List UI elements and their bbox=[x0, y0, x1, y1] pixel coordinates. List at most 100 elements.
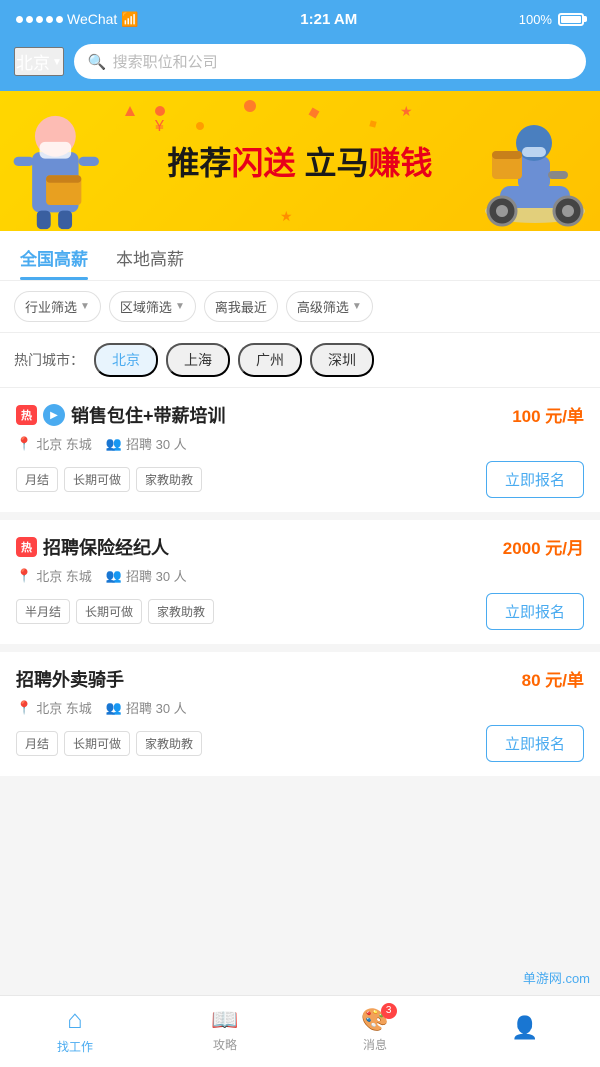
search-bar[interactable]: 🔍 搜索职位和公司 bbox=[74, 44, 586, 79]
job-3-location: 📍 北京 东城 bbox=[16, 698, 92, 717]
banner-text: 推荐闪送 立马赚钱 bbox=[168, 138, 433, 184]
watermark: 单游网.com bbox=[523, 968, 590, 987]
filter-advanced-label: 高级筛选 bbox=[297, 297, 349, 316]
nav-message-badge-wrap: 🎨 3 bbox=[361, 1007, 388, 1033]
job-3-tags-row: 月结 长期可做 家教助教 立即报名 bbox=[16, 725, 584, 762]
nav-strategy[interactable]: 📖 攻略 bbox=[190, 1007, 260, 1053]
job-1-title-row: 热 ▶ 销售包住+带薪培训 bbox=[16, 402, 512, 428]
hot-cities-row: 热门城市： 北京 上海 广州 深圳 bbox=[0, 333, 600, 388]
job-1-video-badge: ▶ bbox=[43, 404, 65, 426]
job-2-title: 招聘保险经纪人 bbox=[43, 534, 169, 560]
nav-message[interactable]: 🎨 3 消息 bbox=[340, 1007, 410, 1053]
status-bar: WeChat 📶 1:21 AM 100% bbox=[0, 0, 600, 36]
wifi-icon: 📶 bbox=[121, 11, 138, 28]
banner-person-left-icon bbox=[0, 101, 120, 231]
job-1-location: 📍 北京 东城 bbox=[16, 434, 92, 453]
nav-find-job[interactable]: ⌂ 找工作 bbox=[40, 1004, 110, 1055]
nav-message-label: 消息 bbox=[363, 1036, 387, 1053]
filter-industry-arrow-icon: ▼ bbox=[80, 301, 90, 312]
svg-text:★: ★ bbox=[280, 208, 293, 224]
job-1-title: 销售包住+带薪培训 bbox=[71, 402, 226, 428]
job-3-meta: 📍 北京 东城 👥 招聘 30 人 bbox=[16, 698, 584, 717]
city-guangzhou[interactable]: 广州 bbox=[238, 343, 302, 377]
svg-text:¥: ¥ bbox=[154, 118, 164, 135]
status-time: 1:21 AM bbox=[300, 11, 357, 28]
job-1-tags-row: 月结 长期可做 家教助教 立即报名 bbox=[16, 461, 584, 498]
main-tabs: 全国高薪 本地高薪 bbox=[0, 231, 600, 281]
nav-find-job-icon: ⌂ bbox=[67, 1004, 83, 1035]
job-2-location: 📍 北京 东城 bbox=[16, 566, 92, 585]
filter-nearby-button[interactable]: 离我最近 bbox=[204, 291, 278, 322]
tab-local-high-salary[interactable]: 本地高薪 bbox=[116, 245, 184, 280]
location-text: 北京 bbox=[16, 49, 50, 74]
job-3-tag-0: 月结 bbox=[16, 731, 58, 756]
job-1-salary: 100 元/单 bbox=[512, 402, 584, 427]
job-3-tags: 月结 长期可做 家教助教 bbox=[16, 731, 202, 756]
nav-profile[interactable]: 👤 bbox=[490, 1015, 560, 1044]
job-card-1[interactable]: 热 ▶ 销售包住+带薪培训 100 元/单 📍 北京 东城 👥 招聘 30 人 bbox=[0, 388, 600, 512]
header: 北京 ▼ 🔍 搜索职位和公司 bbox=[0, 36, 600, 91]
job-3-apply-button[interactable]: 立即报名 bbox=[486, 725, 584, 762]
banner-person-right-icon bbox=[480, 111, 590, 231]
filter-advanced-arrow-icon: ▼ bbox=[352, 301, 362, 312]
hot-cities-label: 热门城市： bbox=[14, 350, 84, 370]
job-card-3[interactable]: 招聘外卖骑手 80 元/单 📍 北京 东城 👥 招聘 30 人 月结 长期可做 bbox=[0, 652, 600, 776]
location-pin-icon-2: 📍 bbox=[16, 568, 32, 584]
job-3-title-row: 招聘外卖骑手 bbox=[16, 666, 522, 692]
battery-percent: 100% bbox=[519, 12, 552, 27]
filter-area-button[interactable]: 区域筛选 ▼ bbox=[109, 291, 196, 322]
job-3-tag-1: 长期可做 bbox=[64, 731, 130, 756]
filter-area-arrow-icon: ▼ bbox=[175, 301, 185, 312]
job-1-recruit: 👥 招聘 30 人 bbox=[106, 434, 187, 453]
location-pin-icon-3: 📍 bbox=[16, 700, 32, 716]
people-icon: 👥 bbox=[106, 436, 122, 452]
job-1-tag-2: 家教助教 bbox=[136, 467, 202, 492]
job-2-apply-button[interactable]: 立即报名 bbox=[486, 593, 584, 630]
search-icon: 🔍 bbox=[88, 53, 107, 71]
location-arrow-icon: ▼ bbox=[52, 57, 62, 68]
job-1-hot-badge: 热 bbox=[16, 405, 37, 425]
battery-icon bbox=[558, 13, 584, 26]
svg-text:★: ★ bbox=[400, 103, 413, 119]
location-pin-icon: 📍 bbox=[16, 436, 32, 452]
job-2-title-row: 热 招聘保险经纪人 bbox=[16, 534, 503, 560]
job-2-tags: 半月结 长期可做 家教助教 bbox=[16, 599, 214, 624]
job-1-tag-1: 长期可做 bbox=[64, 467, 130, 492]
nav-strategy-icon: 📖 bbox=[211, 1007, 238, 1033]
jobs-list: 热 ▶ 销售包住+带薪培训 100 元/单 📍 北京 东城 👥 招聘 30 人 bbox=[0, 388, 600, 776]
people-icon-2: 👥 bbox=[106, 568, 122, 584]
job-card-2[interactable]: 热 招聘保险经纪人 2000 元/月 📍 北京 东城 👥 招聘 30 人 半月结 bbox=[0, 520, 600, 644]
filter-area-label: 区域筛选 bbox=[120, 297, 172, 316]
job-3-title: 招聘外卖骑手 bbox=[16, 666, 124, 692]
city-tags: 北京 上海 广州 深圳 bbox=[94, 343, 374, 377]
location-button[interactable]: 北京 ▼ bbox=[14, 47, 64, 76]
job-3-recruit: 👥 招聘 30 人 bbox=[106, 698, 187, 717]
nav-strategy-label: 攻略 bbox=[213, 1036, 237, 1053]
filter-advanced-button[interactable]: 高级筛选 ▼ bbox=[286, 291, 373, 322]
job-1-apply-button[interactable]: 立即报名 bbox=[486, 461, 584, 498]
job-2-tag-2: 家教助教 bbox=[148, 599, 214, 624]
job-2-hot-badge: 热 bbox=[16, 537, 37, 557]
job-3-tag-2: 家教助教 bbox=[136, 731, 202, 756]
job-2-recruit: 👥 招聘 30 人 bbox=[106, 566, 187, 585]
city-shenzhen[interactable]: 深圳 bbox=[310, 343, 374, 377]
network-label: WeChat bbox=[67, 11, 117, 27]
status-left: WeChat 📶 bbox=[16, 11, 139, 28]
job-2-meta: 📍 北京 东城 👥 招聘 30 人 bbox=[16, 566, 584, 585]
job-1-tag-0: 月结 bbox=[16, 467, 58, 492]
tab-national-high-salary[interactable]: 全国高薪 bbox=[20, 245, 88, 280]
filter-nearby-label: 离我最近 bbox=[215, 297, 267, 316]
job-2-tag-0: 半月结 bbox=[16, 599, 70, 624]
job-2-tags-row: 半月结 长期可做 家教助教 立即报名 bbox=[16, 593, 584, 630]
banner[interactable]: 推荐闪送 立马赚钱 bbox=[0, 91, 600, 231]
status-right: 100% bbox=[519, 12, 584, 27]
city-shanghai[interactable]: 上海 bbox=[166, 343, 230, 377]
nav-find-job-label: 找工作 bbox=[57, 1038, 93, 1055]
job-2-salary: 2000 元/月 bbox=[503, 534, 584, 559]
job-1-meta: 📍 北京 东城 👥 招聘 30 人 bbox=[16, 434, 584, 453]
filter-industry-button[interactable]: 行业筛选 ▼ bbox=[14, 291, 101, 322]
search-placeholder-text: 搜索职位和公司 bbox=[113, 51, 218, 72]
job-1-tags: 月结 长期可做 家教助教 bbox=[16, 467, 202, 492]
filter-industry-label: 行业筛选 bbox=[25, 297, 77, 316]
city-beijing[interactable]: 北京 bbox=[94, 343, 158, 377]
